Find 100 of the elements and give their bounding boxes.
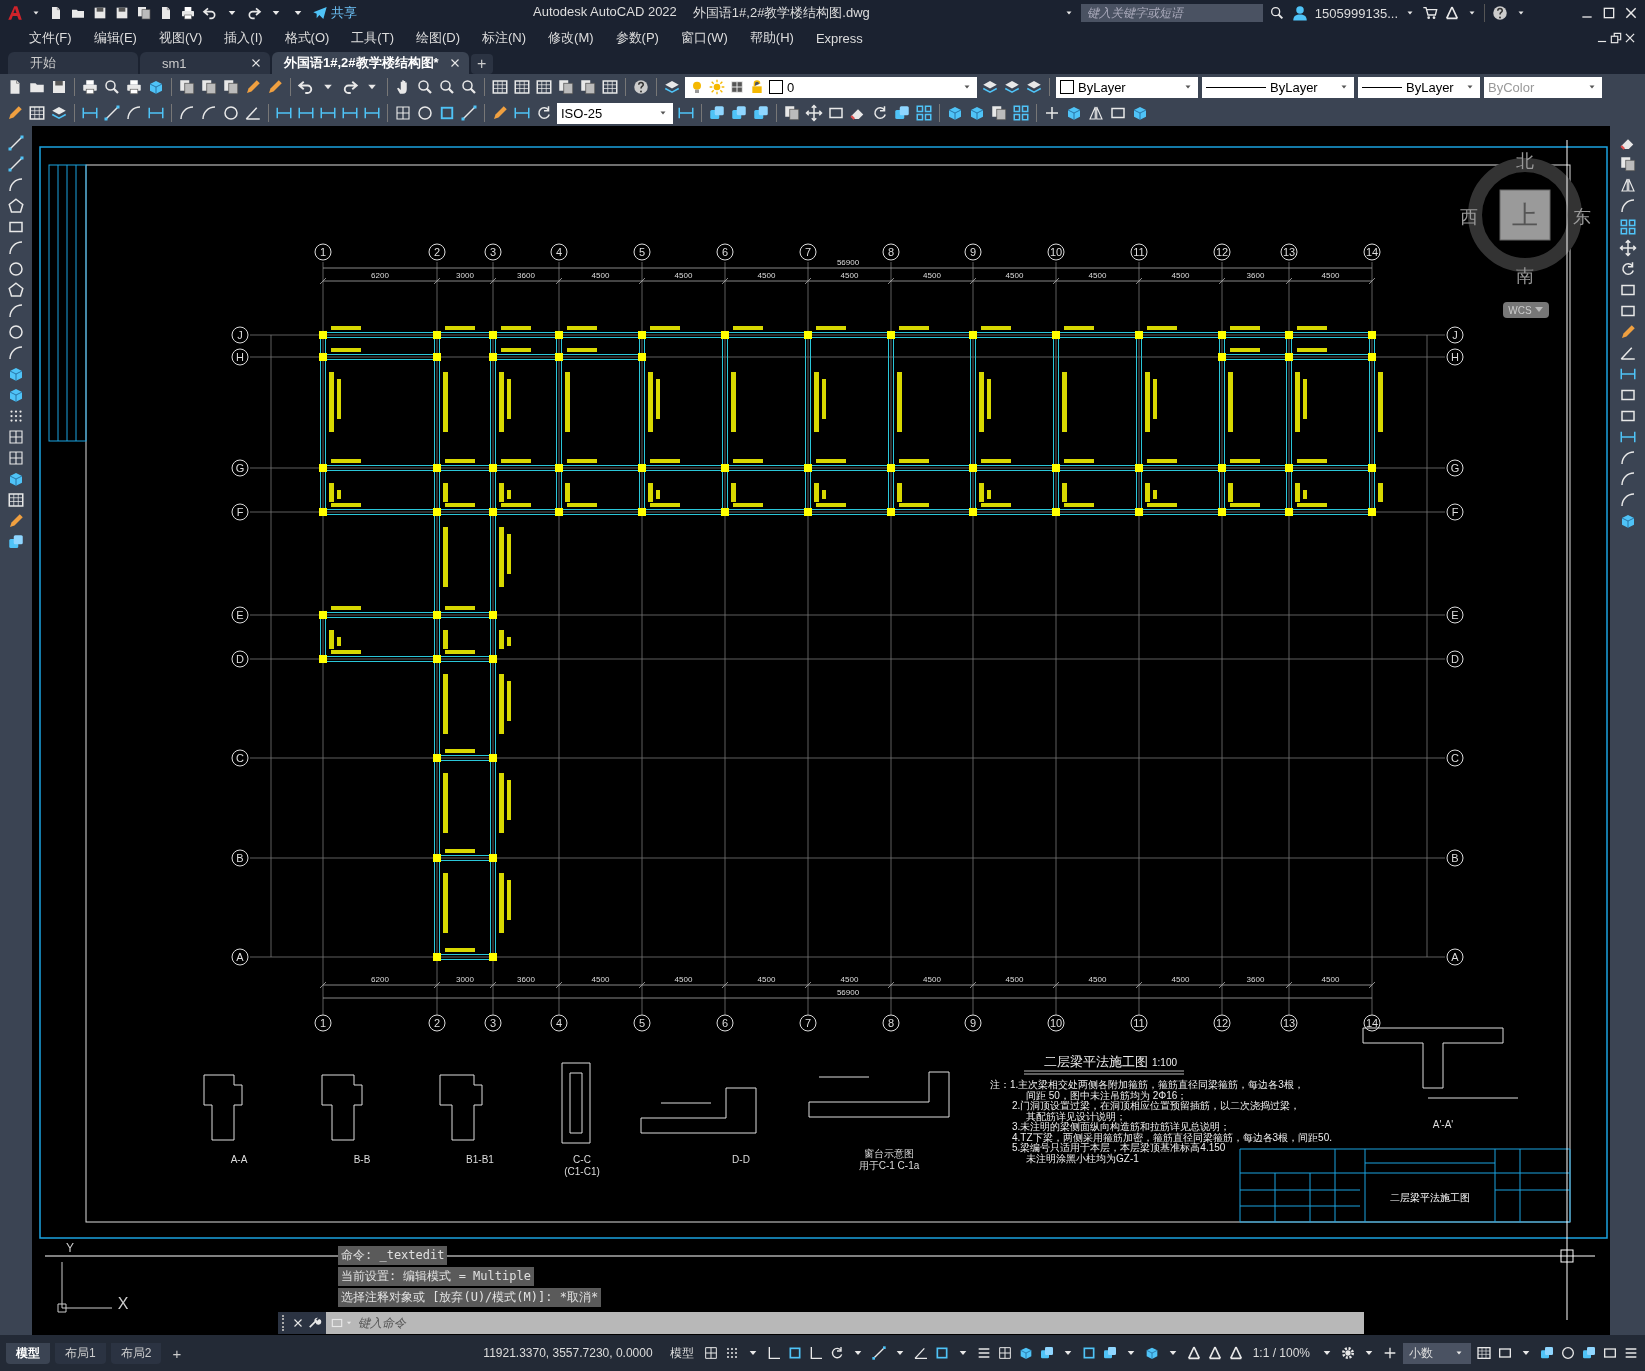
- line-icon[interactable]: [7, 134, 25, 152]
- grid-icon[interactable]: [702, 1345, 719, 1361]
- stacked-squares-icon[interactable]: [1581, 1345, 1597, 1361]
- layout-tab[interactable]: 布局1: [55, 1342, 106, 1364]
- angle-icon[interactable]: [912, 1345, 929, 1361]
- document-tab[interactable]: 外国语1#,2#教学楼结构图*: [272, 52, 469, 74]
- arc-icon[interactable]: [178, 104, 196, 122]
- pencil-icon[interactable]: [6, 104, 24, 122]
- stacked-squares-icon[interactable]: [1539, 1345, 1555, 1361]
- close-icon[interactable]: [448, 57, 461, 69]
- share-button[interactable]: 共享: [312, 4, 357, 22]
- menu-item[interactable]: 参数(P): [604, 29, 670, 47]
- menu-item[interactable]: 窗口(W): [669, 29, 739, 47]
- polygon-icon[interactable]: [7, 197, 25, 215]
- rotate-icon[interactable]: [535, 104, 553, 122]
- undo-arrow-icon[interactable]: [297, 78, 315, 96]
- table-icon[interactable]: [513, 78, 531, 96]
- redo-arrow-icon[interactable]: [246, 5, 262, 21]
- squares-icon[interactable]: [1618, 218, 1637, 236]
- magnifier-icon[interactable]: [438, 78, 456, 96]
- cube-icon[interactable]: [946, 104, 964, 122]
- menu-item[interactable]: 编辑(E): [82, 29, 148, 47]
- copy-icon[interactable]: [1618, 155, 1637, 173]
- grid-icon[interactable]: [996, 1345, 1013, 1361]
- move-arrows-icon[interactable]: [1618, 239, 1637, 257]
- mirror-triangles-icon[interactable]: [1618, 176, 1637, 194]
- circle-icon[interactable]: [7, 260, 25, 278]
- printer-icon[interactable]: [125, 78, 143, 96]
- close-icon[interactable]: [292, 1317, 304, 1329]
- stacked-squares-icon[interactable]: [893, 104, 911, 122]
- undo-arrow-icon[interactable]: [202, 5, 218, 21]
- copy-icon[interactable]: [557, 78, 575, 96]
- menu-icon[interactable]: [1623, 1345, 1639, 1361]
- person-icon[interactable]: [1290, 4, 1309, 22]
- circle-icon[interactable]: [416, 104, 434, 122]
- layers-icon[interactable]: [1025, 78, 1043, 96]
- stacked-squares-icon[interactable]: [752, 104, 770, 122]
- model-space-button[interactable]: 模型: [665, 1342, 698, 1364]
- rectangle-icon[interactable]: [1497, 1345, 1513, 1361]
- menu-item[interactable]: 视图(V): [147, 29, 214, 47]
- compass-label[interactable]: 北: [1516, 151, 1534, 171]
- line-icon[interactable]: [460, 104, 478, 122]
- cube-icon[interactable]: [7, 386, 25, 404]
- magnifier-icon[interactable]: [416, 78, 434, 96]
- arc-icon[interactable]: [1618, 449, 1637, 467]
- printer-icon[interactable]: [180, 5, 196, 21]
- table-icon[interactable]: [7, 491, 25, 509]
- arc-icon[interactable]: [7, 344, 25, 362]
- layout-tab[interactable]: 布局2: [110, 1342, 162, 1364]
- circle-icon[interactable]: [1560, 1345, 1576, 1361]
- line-icon[interactable]: [103, 104, 121, 122]
- copy-icon[interactable]: [178, 78, 196, 96]
- pencil-icon[interactable]: [7, 512, 25, 530]
- search-field[interactable]: 键入关键字或短语: [1080, 4, 1263, 22]
- cube-icon[interactable]: [968, 104, 986, 122]
- compass-label[interactable]: 东: [1573, 207, 1591, 227]
- arc-icon[interactable]: [7, 239, 25, 257]
- compass-label[interactable]: 西: [1460, 207, 1478, 227]
- linetype-dropdown[interactable]: ByLayer: [1202, 76, 1354, 98]
- table-icon[interactable]: [491, 78, 509, 96]
- magnifier-icon[interactable]: [1268, 5, 1285, 21]
- document-tab[interactable]: sm1: [140, 52, 270, 74]
- arc-icon[interactable]: [7, 302, 25, 320]
- menu-item[interactable]: 帮助(H): [738, 29, 805, 47]
- close-icon[interactable]: [1623, 31, 1637, 45]
- help-icon[interactable]: [1491, 4, 1509, 22]
- plus-icon[interactable]: [1382, 1345, 1398, 1361]
- cube-icon[interactable]: [7, 470, 25, 488]
- color-dropdown[interactable]: ByLayer: [1056, 76, 1198, 98]
- stacked-squares-icon[interactable]: [708, 104, 726, 122]
- arc-icon[interactable]: [1618, 470, 1637, 488]
- plus-icon[interactable]: [1043, 104, 1061, 122]
- menu-item[interactable]: 标注(N): [471, 29, 538, 47]
- stacked-squares-icon[interactable]: [1101, 1345, 1118, 1361]
- layers-icon[interactable]: [981, 78, 999, 96]
- magnifier-icon[interactable]: [460, 78, 478, 96]
- copy-icon[interactable]: [222, 78, 240, 96]
- gear-icon[interactable]: [1340, 1345, 1356, 1361]
- new-tab-button[interactable]: +: [470, 54, 493, 74]
- stacked-squares-icon[interactable]: [7, 533, 25, 551]
- stacked-squares-icon[interactable]: [1038, 1345, 1055, 1361]
- stacked-squares-icon[interactable]: [730, 104, 748, 122]
- circle-icon[interactable]: [222, 104, 240, 122]
- pencil-icon[interactable]: [266, 78, 284, 96]
- snap-square-icon[interactable]: [438, 104, 456, 122]
- document-tab[interactable]: 开始: [8, 52, 138, 74]
- menu-item[interactable]: 工具(T): [340, 29, 405, 47]
- arc-icon[interactable]: [125, 104, 143, 122]
- paper-plane-icon[interactable]: [312, 5, 328, 21]
- squares-icon[interactable]: [1012, 104, 1030, 122]
- copy-icon[interactable]: [579, 78, 597, 96]
- grid-icon[interactable]: [7, 428, 25, 446]
- menu-item[interactable]: 文件(F): [18, 29, 83, 47]
- table-icon[interactable]: [1476, 1345, 1492, 1361]
- lineweight-dropdown[interactable]: ByLayer: [1358, 76, 1480, 98]
- grid-icon[interactable]: [394, 104, 412, 122]
- table-icon[interactable]: [601, 78, 619, 96]
- rectangle-icon[interactable]: [1602, 1345, 1618, 1361]
- help-icon[interactable]: [632, 78, 650, 96]
- arc-icon[interactable]: [7, 176, 25, 194]
